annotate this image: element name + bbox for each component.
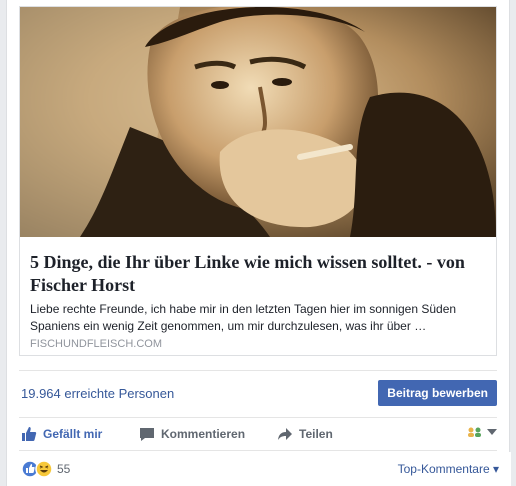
- reaction-icons[interactable]: [21, 460, 53, 483]
- share-button[interactable]: Teilen: [277, 426, 333, 442]
- top-comments-dropdown[interactable]: Top-Kommentare ▾: [398, 462, 499, 476]
- share-arrow-icon: [277, 426, 293, 442]
- post-card: 5 Dinge, die Ihr über Linke wie mich wis…: [6, 0, 511, 486]
- comment-icon: [139, 426, 155, 442]
- reaction-count[interactable]: 55: [57, 462, 70, 476]
- comment-button[interactable]: Kommentieren: [139, 426, 245, 442]
- share-label: Teilen: [299, 427, 333, 441]
- haha-reaction-icon: [35, 460, 53, 483]
- link-preview-image[interactable]: [20, 7, 496, 237]
- link-preview-card[interactable]: 5 Dinge, die Ihr über Linke wie mich wis…: [19, 6, 497, 356]
- link-description: Liebe rechte Freunde, ich habe mir in de…: [30, 302, 457, 333]
- link-preview-text[interactable]: 5 Dinge, die Ihr über Linke wie mich wis…: [20, 237, 496, 355]
- thumbs-up-icon: [21, 426, 37, 442]
- caret-down-icon: ▾: [489, 462, 499, 476]
- link-title[interactable]: 5 Dinge, die Ihr über Linke wie mich wis…: [30, 251, 490, 297]
- divider: [19, 450, 497, 451]
- top-comments-label: Top-Kommentare: [397, 462, 490, 476]
- action-bar: Gefällt mir Kommentieren Teilen: [7, 418, 511, 450]
- audience-icon: [467, 426, 483, 441]
- comment-label: Kommentieren: [161, 427, 246, 441]
- like-button[interactable]: Gefällt mir: [21, 426, 102, 442]
- people-reached-link[interactable]: 19.964 erreichte Personen: [21, 386, 174, 401]
- reach-row: 19.964 erreichte Personen Beitrag bewerb…: [7, 370, 511, 416]
- audience-selector[interactable]: [467, 426, 497, 441]
- chevron-down-icon: [487, 428, 497, 439]
- portrait-photo: [20, 7, 496, 237]
- link-domain: FISCHUNDFLEISCH.COM: [30, 338, 163, 350]
- reactions-row: 55 Top-Kommentare ▾: [7, 452, 511, 486]
- boost-post-button[interactable]: Beitrag bewerben: [378, 380, 497, 406]
- like-label: Gefällt mir: [43, 427, 103, 441]
